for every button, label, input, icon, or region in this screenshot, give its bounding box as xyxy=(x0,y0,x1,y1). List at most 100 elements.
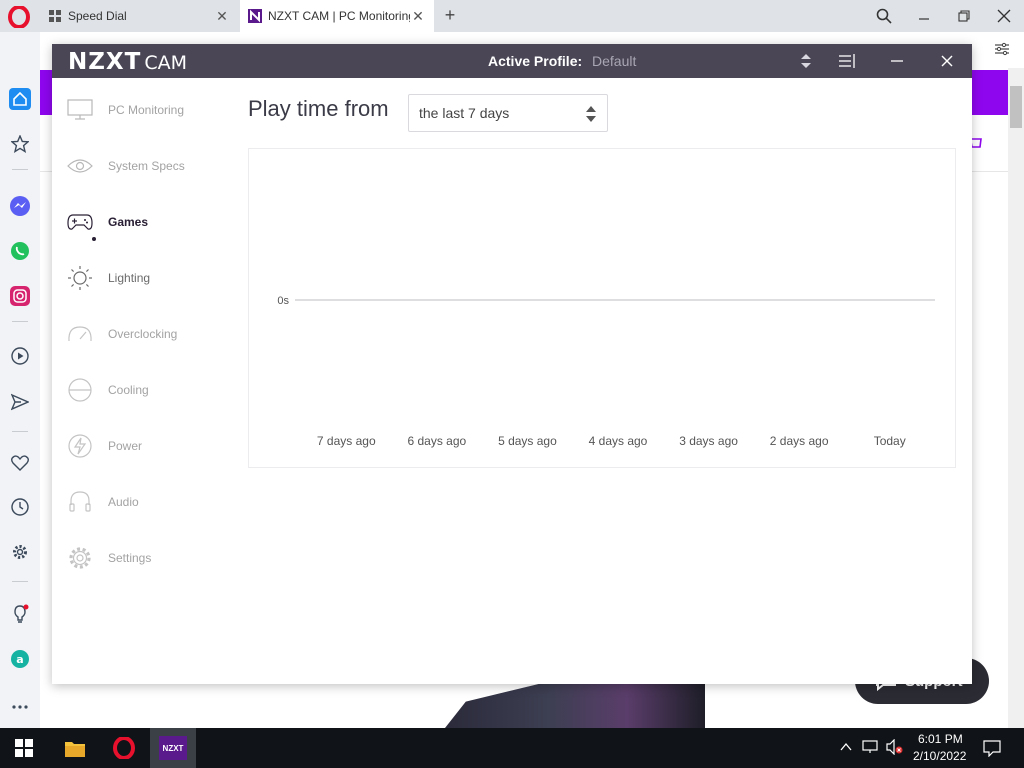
close-button[interactable] xyxy=(991,4,1017,28)
taskbar: NZXT 6:01 PM 2/10/2022 xyxy=(0,728,1024,768)
menu-icon xyxy=(839,54,855,68)
player-icon[interactable] xyxy=(9,345,31,367)
bookmarks-icon[interactable] xyxy=(9,133,31,155)
nav-item-lighting[interactable]: Lighting xyxy=(66,258,226,298)
opera-menu-icon[interactable] xyxy=(8,6,30,28)
menu-button[interactable] xyxy=(836,51,858,71)
x-tick-label: Today xyxy=(874,434,906,448)
cam-minimize-button[interactable] xyxy=(886,51,908,71)
history-icon[interactable] xyxy=(9,496,31,518)
chart-svg: 0s 7 days ago 6 days ago 5 days ago 4 days a… xyxy=(277,295,935,448)
y-tick-label: 0s xyxy=(277,295,289,307)
nav-item-power[interactable]: Power xyxy=(66,426,226,466)
aria-icon[interactable]: a xyxy=(9,648,31,670)
play-time-chart: 0s 7 days ago 6 days ago 5 days ago 4 days a… xyxy=(248,148,956,468)
nav-item-pc-monitoring[interactable]: PC Monitoring xyxy=(66,90,226,130)
svg-text:a: a xyxy=(16,653,23,666)
nav-item-audio[interactable]: Audio xyxy=(66,482,226,522)
clock-date[interactable]: 2/10/2022 xyxy=(913,749,966,763)
volume-muted-icon[interactable] xyxy=(886,739,904,755)
gamepad-icon xyxy=(67,214,93,230)
time-range-select[interactable]: the last 7 days xyxy=(408,94,608,132)
nav-item-games[interactable]: Games xyxy=(66,202,226,242)
nzxt-taskbar-button[interactable]: NZXT xyxy=(150,728,196,768)
nzxt-cam-window: NZXT CAM Active Profile: Default PC Moni… xyxy=(52,44,972,684)
lightning-icon xyxy=(68,434,92,458)
nzxt-app-icon: NZXT xyxy=(159,736,187,760)
minimize-button[interactable] xyxy=(911,4,937,28)
browser-tab-bar: Speed Dial ✕ NZXT CAM | PC Monitoring ✕ … xyxy=(0,0,1024,32)
tab-label: Speed Dial xyxy=(68,9,127,23)
heart-icon[interactable] xyxy=(9,452,31,474)
lightbulb-icon[interactable] xyxy=(9,603,31,625)
tab-label: NZXT CAM | PC Monitoring xyxy=(268,9,410,23)
gauge-icon xyxy=(68,326,92,342)
restore-icon xyxy=(958,10,970,22)
nav-item-settings[interactable]: Settings xyxy=(66,538,226,578)
x-tick-label: 2 days ago xyxy=(770,434,829,448)
new-tab-button[interactable]: + xyxy=(440,5,460,25)
scrollbar-thumb[interactable] xyxy=(1010,86,1022,128)
gear-icon xyxy=(69,547,91,569)
clock-time[interactable]: 6:01 PM xyxy=(918,732,963,746)
sort-arrows-icon xyxy=(801,54,811,68)
active-indicator xyxy=(92,237,96,241)
restore-button[interactable] xyxy=(951,4,977,28)
cooler-icon xyxy=(68,378,92,402)
file-explorer-icon[interactable] xyxy=(64,738,86,758)
send-icon[interactable] xyxy=(9,391,31,413)
sidebar-divider xyxy=(12,581,28,582)
page-title: Play time from xyxy=(248,96,389,121)
tab-speed-dial[interactable]: Speed Dial ✕ xyxy=(40,0,238,32)
instagram-icon[interactable] xyxy=(9,285,31,307)
cam-close-button[interactable] xyxy=(936,51,958,71)
sidebar-divider xyxy=(12,169,28,170)
close-tab-icon[interactable]: ✕ xyxy=(214,8,230,24)
easy-setup-icon[interactable] xyxy=(994,42,1010,56)
x-tick-label: 4 days ago xyxy=(589,434,648,448)
sun-icon xyxy=(68,266,92,290)
nav-item-overclocking[interactable]: Overclocking xyxy=(66,314,226,354)
x-tick-label: 3 days ago xyxy=(679,434,738,448)
minimize-icon xyxy=(919,18,929,20)
close-icon xyxy=(997,9,1011,23)
monitor-icon xyxy=(67,99,93,120)
chevron-up-icon[interactable] xyxy=(840,742,852,752)
search-icon xyxy=(876,8,892,24)
eye-icon xyxy=(67,159,93,173)
x-tick-label: 5 days ago xyxy=(498,434,557,448)
tab-nzxt-cam[interactable]: NZXT CAM | PC Monitoring ✕ xyxy=(240,0,434,32)
settings-gear-icon[interactable] xyxy=(9,541,31,563)
sidebar-divider xyxy=(12,431,28,432)
active-profile-label: Active Profile: xyxy=(488,53,583,69)
active-profile-value[interactable]: Default xyxy=(592,53,636,69)
profile-selector-button[interactable] xyxy=(795,51,817,71)
nav-item-cooling[interactable]: Cooling xyxy=(66,370,226,410)
page-scrollbar[interactable] xyxy=(1008,68,1024,728)
messenger-icon[interactable] xyxy=(9,195,31,217)
windows-start-icon[interactable] xyxy=(15,739,33,757)
nzxt-cam-logo: NZXT CAM xyxy=(68,49,188,75)
more-icon[interactable] xyxy=(9,696,31,718)
nzxt-favicon-icon xyxy=(248,9,262,23)
cam-title-bar[interactable]: NZXT CAM Active Profile: Default xyxy=(52,44,972,78)
hero-image xyxy=(445,684,705,728)
sidebar-divider xyxy=(12,321,28,322)
x-tick-label: 7 days ago xyxy=(317,434,376,448)
close-tab-icon[interactable]: ✕ xyxy=(410,8,426,24)
cam-navigation: PC Monitoring System Specs Games Lightin… xyxy=(52,78,232,684)
browser-sidebar: a xyxy=(0,32,40,728)
search-tabs-button[interactable] xyxy=(871,4,897,28)
sort-arrows-icon xyxy=(586,106,596,122)
minimize-icon xyxy=(891,60,903,62)
headphones-icon xyxy=(69,491,91,512)
opera-taskbar-icon[interactable] xyxy=(113,737,135,759)
whatsapp-icon[interactable] xyxy=(9,240,31,262)
time-range-value: the last 7 days xyxy=(419,105,510,121)
nav-item-system-specs[interactable]: System Specs xyxy=(66,146,226,186)
notifications-icon[interactable] xyxy=(983,739,1001,757)
home-icon[interactable] xyxy=(9,88,31,110)
speed-dial-icon xyxy=(49,10,61,22)
close-icon xyxy=(941,55,953,67)
network-icon[interactable] xyxy=(862,740,878,754)
